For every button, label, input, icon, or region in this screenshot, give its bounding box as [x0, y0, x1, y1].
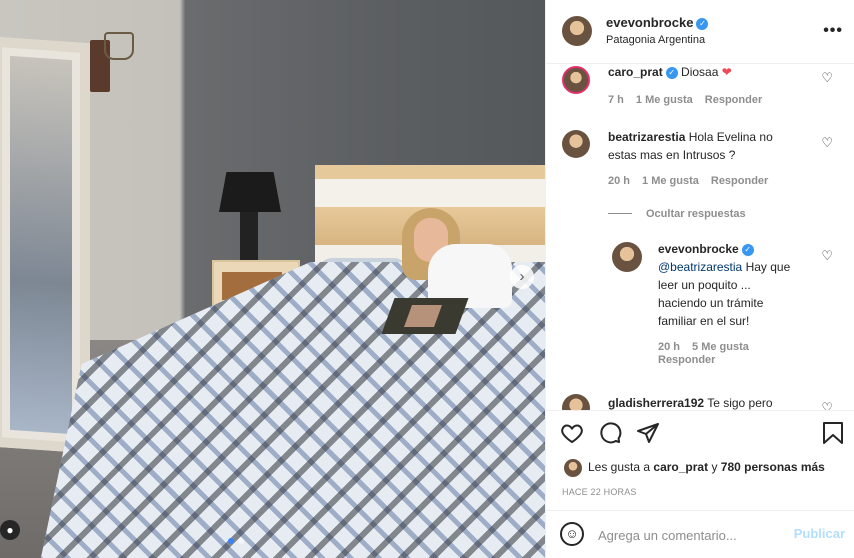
comment-input[interactable] [598, 524, 778, 546]
comment-time[interactable]: 20 h [658, 341, 680, 353]
post-actions: Les gusta a caro_prat y 780 personas más… [546, 410, 854, 514]
post-side-panel: evevonbrocke ✓ Patagonia Argentina ••• ca… [545, 0, 854, 558]
liker-username[interactable]: caro_prat [653, 460, 708, 474]
red-heart-emoji: ❤ [721, 65, 732, 79]
author-username-row[interactable]: evevonbrocke ✓ [606, 15, 709, 30]
comment-item: beatrizarestia Hola Evelina no estas mas… [546, 128, 854, 198]
comment-body-line2: estas mas en Intrusos ? [608, 148, 736, 162]
photo-picture-frame [381, 298, 469, 334]
comment-body: Te sigo pero [707, 396, 773, 410]
commenter-username[interactable]: caro_prat [608, 65, 663, 79]
author-username[interactable]: evevonbrocke [606, 15, 693, 30]
verified-icon: ✓ [665, 67, 678, 79]
carousel-next-button[interactable]: › [510, 265, 534, 289]
comment-body-line2: leer un poquito ... [658, 278, 751, 292]
verified-icon: ✓ [741, 244, 754, 256]
like-comment-heart-icon[interactable]: ♡ [821, 135, 833, 151]
commenter-avatar[interactable] [562, 130, 590, 158]
hide-replies-button[interactable]: Ocultar respuestas [608, 208, 746, 220]
post-header: evevonbrocke ✓ Patagonia Argentina ••• [546, 0, 854, 64]
post-location[interactable]: Patagonia Argentina [606, 34, 705, 46]
comment-text: caro_prat ✓ Diosaa ❤ [608, 64, 808, 81]
comment-meta: 7 h 1 Me gusta Responder [608, 94, 774, 106]
share-icon[interactable] [636, 421, 660, 445]
comment-time[interactable]: 7 h [608, 94, 624, 106]
comment-item: gladisherrera192 Te sigo pero ♡ [546, 392, 854, 410]
reply-button[interactable]: Responder [705, 94, 762, 106]
comment-reply-item: evevonbrocke ✓ @beatrizarestia Hay que le… [546, 240, 854, 370]
post-time-ago[interactable]: HACE 22 HORAS [562, 487, 637, 497]
comment-likes[interactable]: 1 Me gusta [642, 175, 699, 187]
bookmark-icon[interactable] [822, 421, 844, 445]
publish-button[interactable]: Publicar [794, 526, 845, 541]
carousel-dots [228, 538, 244, 544]
commenter-avatar[interactable] [562, 66, 590, 94]
comment-text: gladisherrera192 Te sigo pero [608, 394, 828, 410]
comment-body-line3: haciendo un trámite [658, 296, 764, 310]
comment-body: Hay que [745, 260, 791, 274]
likes-prefix: Les gusta a [588, 460, 651, 474]
likes-summary: Les gusta a caro_prat y 780 personas más [588, 460, 825, 474]
reply-button[interactable]: Responder [711, 175, 768, 187]
comment-body: Hola Evelina no [688, 130, 773, 144]
comment-mention[interactable]: @beatrizarestia [658, 260, 742, 274]
comment-time[interactable]: 20 h [608, 175, 630, 187]
comment-icon[interactable] [598, 421, 622, 445]
commenter-username[interactable]: gladisherrera192 [608, 396, 704, 410]
more-options-icon[interactable]: ••• [823, 22, 843, 40]
photo-lamp [219, 172, 281, 212]
likes-joiner: y [711, 460, 718, 474]
comment-text: beatrizarestia Hola Evelina no estas mas… [608, 128, 808, 164]
verified-icon: ✓ [696, 18, 709, 30]
post-photo[interactable]: › ● [0, 0, 545, 558]
comment-likes[interactable]: 1 Me gusta [636, 94, 693, 106]
comment-body: Diosaa [681, 65, 719, 79]
comment-meta: 20 h 1 Me gusta Responder [608, 175, 780, 187]
add-comment-bar: ☺ Publicar [546, 510, 854, 558]
commenter-username[interactable]: evevonbrocke [658, 242, 739, 256]
photo-sconce-cage [104, 32, 134, 60]
like-comment-heart-icon[interactable]: ♡ [821, 70, 833, 86]
like-comment-heart-icon[interactable]: ♡ [821, 248, 833, 264]
emoji-icon[interactable]: ☺ [560, 522, 584, 546]
user-tag-icon[interactable]: ● [0, 520, 20, 540]
comment-likes[interactable]: 5 Me gusta [692, 341, 749, 353]
liker-avatar[interactable] [564, 459, 582, 477]
photo-lamp-base [240, 212, 258, 262]
heart-icon[interactable] [560, 421, 584, 445]
commenter-username[interactable]: beatrizarestia [608, 130, 685, 144]
commenter-avatar[interactable] [612, 242, 642, 272]
comment-meta: 20 h 5 Me gusta [658, 341, 761, 353]
commenter-avatar[interactable] [562, 394, 590, 410]
comment-item: caro_prat ✓ Diosaa ❤ ♡ 7 h 1 Me gusta Respo… [546, 64, 854, 122]
comments-list[interactable]: caro_prat ✓ Diosaa ❤ ♡ 7 h1 Me gusta Respo… [546, 64, 854, 410]
comment-body-line4: familiar en el sur! [658, 314, 750, 328]
comment-text: evevonbrocke ✓ @beatrizarestia Hay que le… [658, 240, 818, 330]
author-avatar[interactable] [562, 16, 592, 46]
likes-others-link[interactable]: 780 personas más [721, 460, 825, 474]
comment-meta-reply: Responder [658, 354, 727, 366]
reply-button[interactable]: Responder [658, 354, 715, 366]
like-comment-heart-icon[interactable]: ♡ [821, 400, 833, 410]
